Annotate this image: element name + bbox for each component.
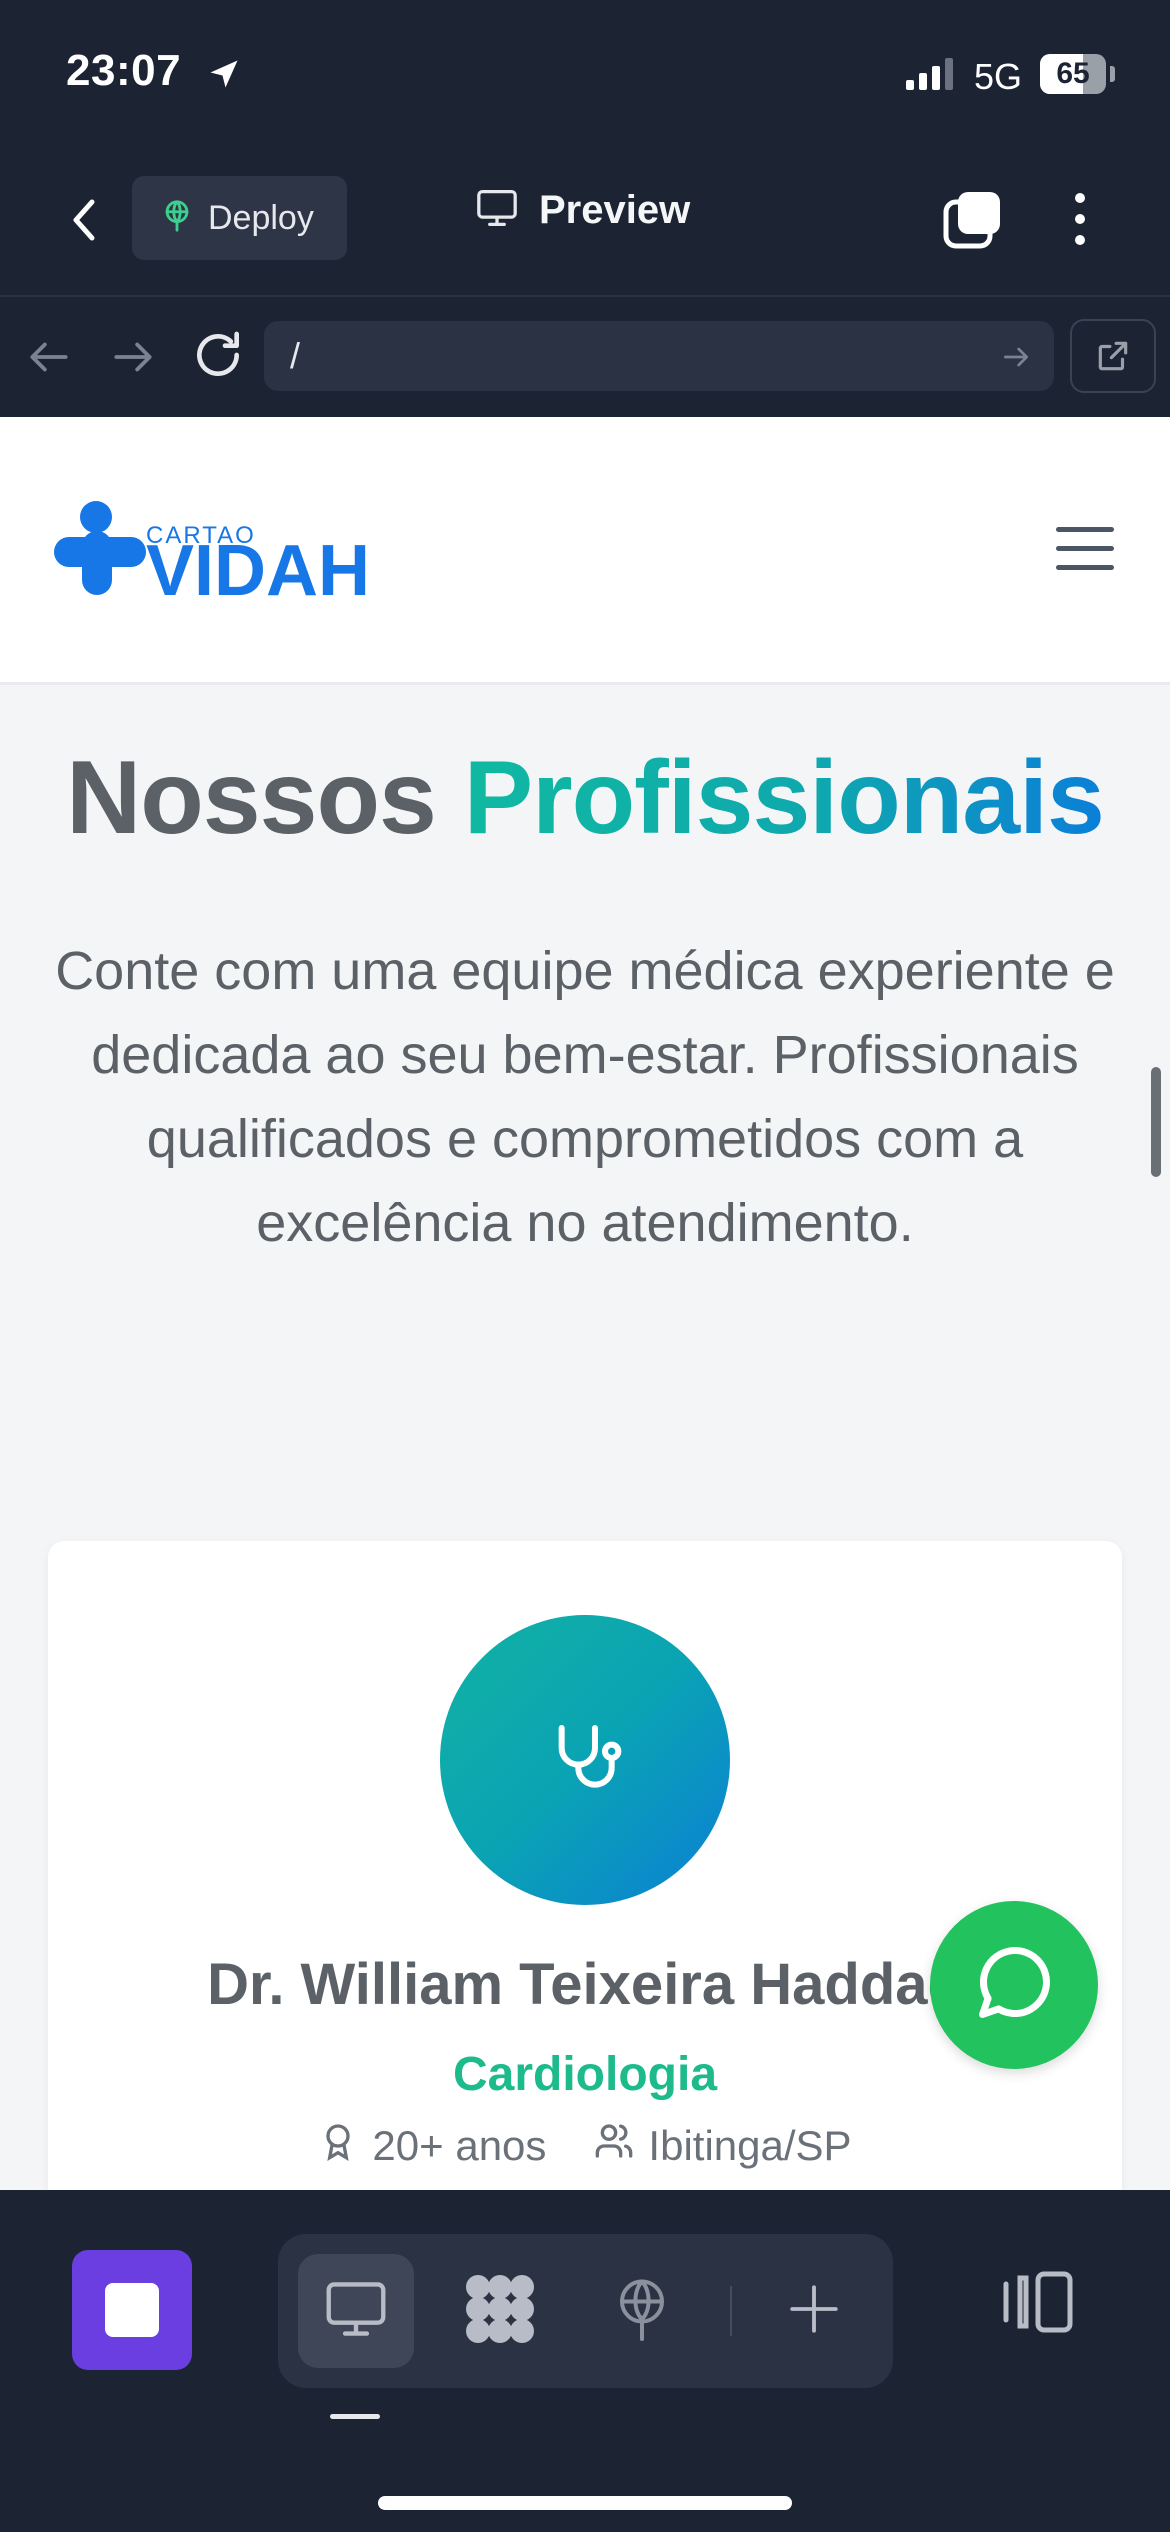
battery-nub (1110, 66, 1115, 82)
deploy-icon (160, 199, 194, 238)
more-menu-button[interactable] (1058, 186, 1102, 252)
battery-icon: 65 (1040, 54, 1106, 94)
apps-grid-icon (462, 2271, 538, 2352)
tabs-button[interactable] (942, 188, 1004, 250)
url-toolbar: / (0, 295, 1170, 415)
panel-switch-button[interactable] (1000, 2270, 1076, 2339)
preview-label: Preview (539, 188, 691, 232)
add-tool-button[interactable] (756, 2254, 872, 2368)
title-part-2: Profissionais (463, 740, 1105, 856)
location-arrow-icon (206, 56, 242, 97)
deploy-icon (612, 2274, 672, 2349)
tool-switcher (278, 2234, 893, 2388)
site-logo[interactable]: CARTAO VIDAH (54, 499, 394, 611)
app-header: Deploy Preview (0, 150, 1170, 295)
signal-icon (906, 58, 958, 95)
url-input[interactable]: / (264, 321, 1054, 391)
preview-title: Preview (475, 188, 690, 233)
toolbar-divider (730, 2286, 732, 2336)
experience-item: 20+ anos (318, 2121, 546, 2171)
logo-big-text: VIDAH (146, 531, 370, 599)
home-indicator (378, 2496, 792, 2510)
stethoscope-icon (545, 1718, 625, 1803)
location-item: Ibitinga/SP (594, 2121, 852, 2171)
go-arrow-icon[interactable] (1000, 341, 1032, 378)
doctor-specialty: Cardiologia (452, 2048, 718, 2101)
nav-forward-button[interactable] (108, 332, 158, 387)
side-panel-icon (1000, 2271, 1076, 2338)
active-tab-indicator (330, 2414, 380, 2419)
title-part-1: Nossos (66, 740, 437, 856)
scrollbar-thumb[interactable] (1151, 1067, 1161, 1177)
award-icon (318, 2121, 358, 2171)
battery-percent: 65 (1056, 57, 1090, 90)
doctor-meta: 20+ anos Ibitinga/SP (48, 2121, 1122, 2171)
whatsapp-button[interactable] (930, 1901, 1098, 2069)
workspace-tool-button[interactable] (442, 2254, 558, 2368)
deploy-label: Deploy (208, 198, 314, 237)
nav-back-button[interactable] (24, 332, 74, 387)
deploy-tool-button[interactable] (584, 2254, 700, 2368)
deploy-button[interactable]: Deploy (132, 176, 347, 260)
monitor-icon (323, 2279, 389, 2344)
open-external-button[interactable] (1070, 319, 1156, 393)
stop-icon (105, 2283, 159, 2337)
plus-icon (785, 2280, 843, 2343)
preview-tool-button[interactable] (298, 2254, 414, 2368)
doctor-avatar (440, 1615, 730, 1905)
section-subtitle: Conte com uma equipe médica experiente e… (55, 941, 1115, 1253)
reload-button[interactable] (190, 327, 246, 388)
users-icon (594, 2121, 634, 2171)
experience-text: 20+ anos (372, 2122, 547, 2169)
bottom-toolbar (0, 2190, 1170, 2532)
status-bar: 23:07 5G 65 (0, 0, 1170, 150)
monitor-icon (475, 188, 519, 233)
location-text: Ibitinga/SP (648, 2122, 852, 2169)
doctor-card: Dr. William Teixeira Haddad Cardiologia … (48, 1541, 1122, 2190)
hamburger-menu-icon[interactable] (1056, 527, 1114, 573)
status-time: 23:07 (66, 46, 182, 95)
back-button[interactable] (60, 190, 110, 250)
network-label: 5G (974, 56, 1023, 97)
section-title: Nossos Profissionais (0, 739, 1170, 858)
site-navbar: CARTAO VIDAH (0, 417, 1170, 685)
web-preview: CARTAO VIDAH Nossos Profissionais Conte … (0, 417, 1170, 2190)
whatsapp-icon (972, 1941, 1056, 2030)
stop-button[interactable] (72, 2250, 192, 2370)
